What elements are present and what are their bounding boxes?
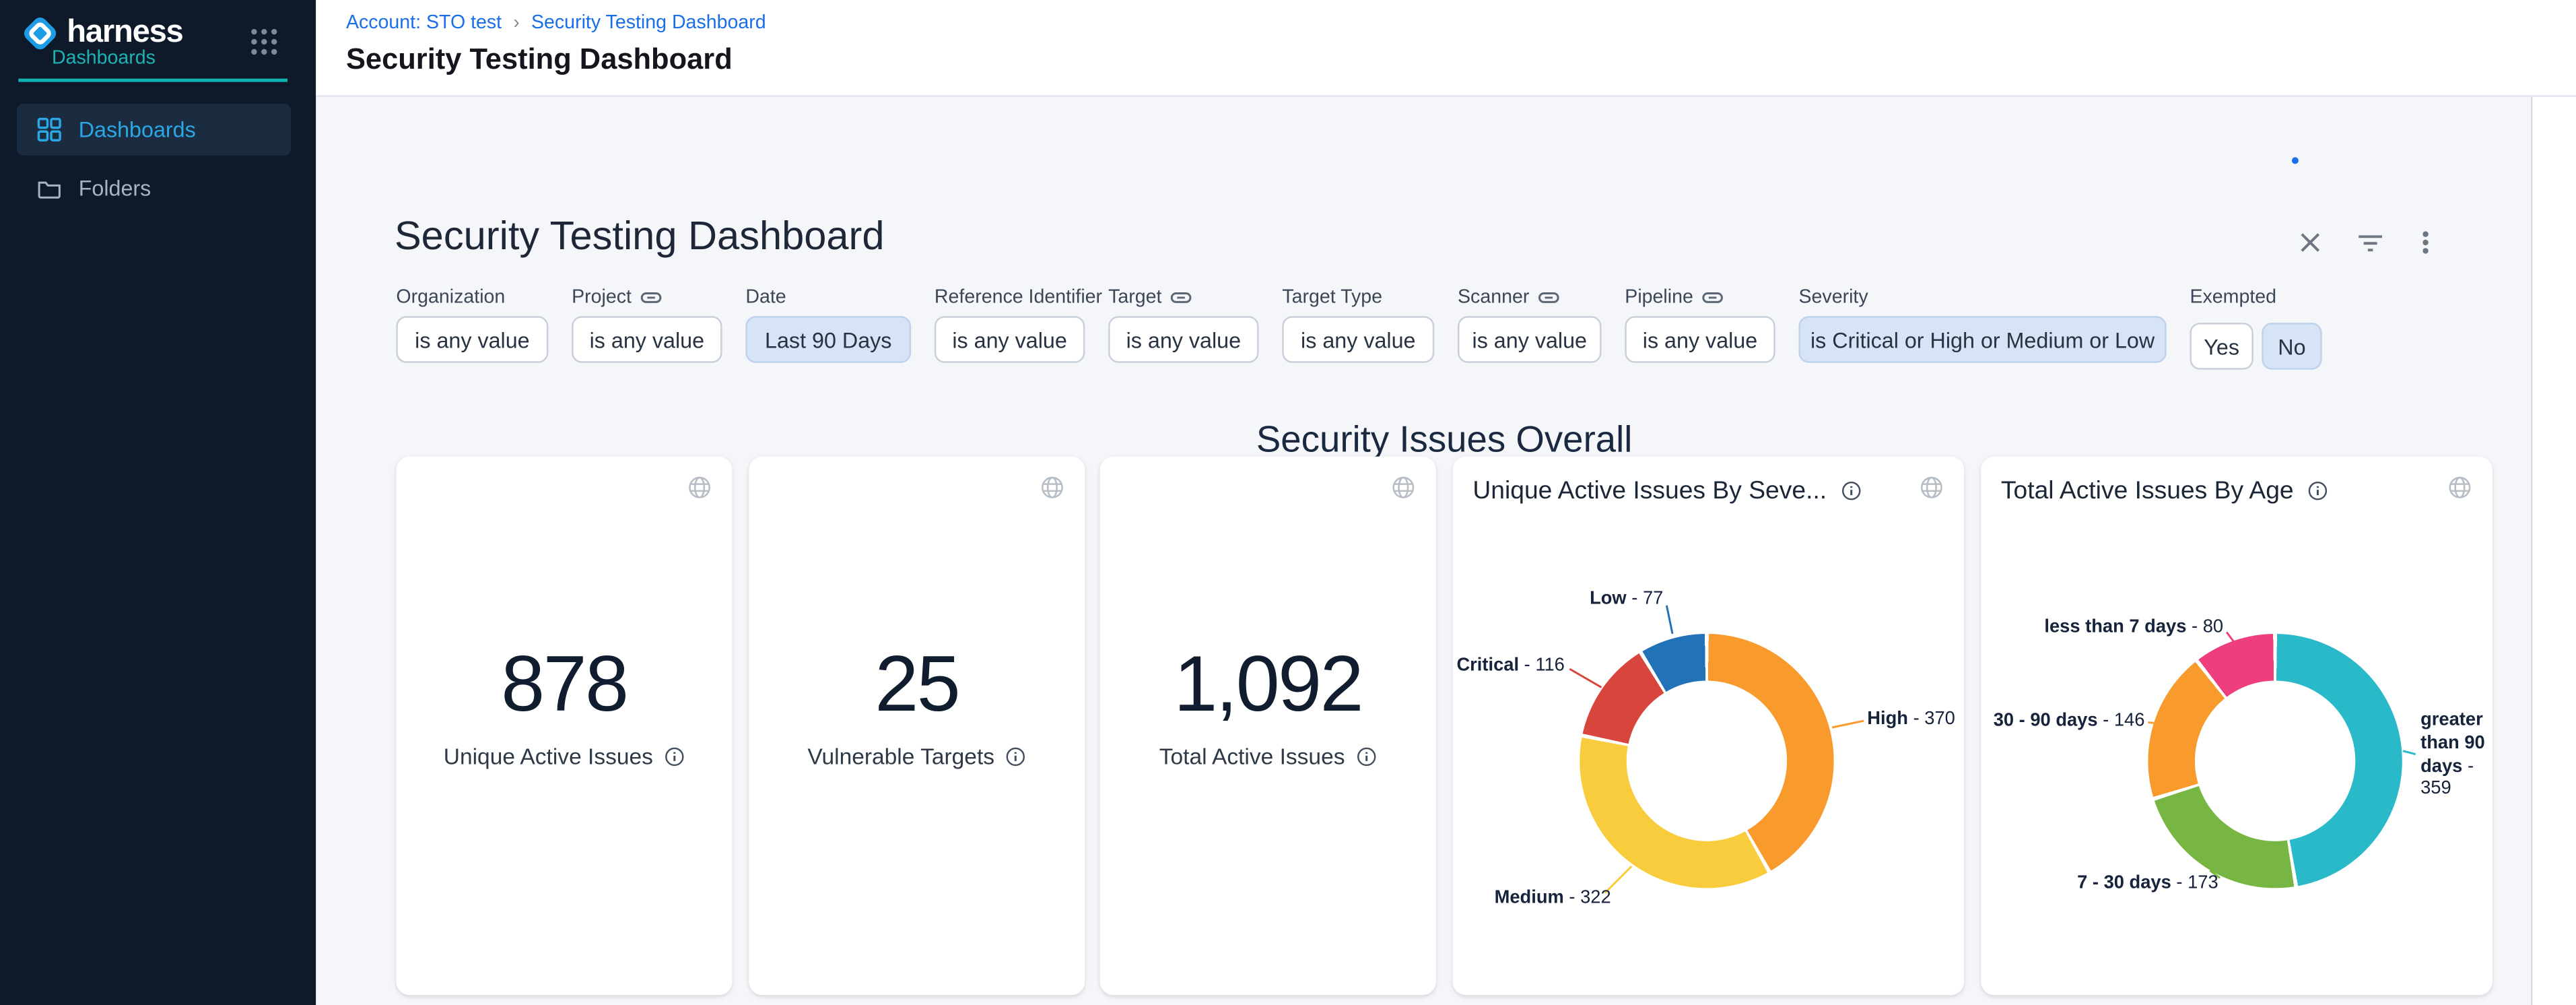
dashboards-icon	[37, 117, 62, 142]
globe-icon	[1040, 475, 1064, 500]
globe-icon	[687, 475, 712, 500]
link-icon	[1701, 288, 1723, 305]
filter-severity: Severity is Critical or High or Medium o…	[1798, 284, 2166, 370]
sidebar-item-dashboards[interactable]: Dashboards	[17, 104, 291, 156]
severity-donut-chart[interactable]	[1580, 634, 1833, 888]
filter-project-value[interactable]: is any value	[572, 316, 722, 363]
close-icon[interactable]	[2295, 228, 2326, 258]
stat-label: Vulnerable Targets	[807, 744, 994, 769]
stat-value: 1,092	[1100, 644, 1436, 723]
filter-label: Target	[1108, 287, 1161, 307]
breadcrumb-dashboard-link[interactable]: Security Testing Dashboard	[531, 13, 766, 34]
sidebar-item-folders[interactable]: Folders	[17, 162, 291, 214]
stat-value: 25	[749, 644, 1085, 723]
stat-label: Total Active Issues	[1159, 744, 1345, 769]
slice-label-medium: Medium - 322	[1495, 888, 1611, 908]
filter-pipeline: Pipeline is any value	[1625, 284, 1775, 370]
top-header: Account: STO test › Security Testing Das…	[316, 0, 2576, 97]
info-icon[interactable]	[1840, 480, 1862, 502]
brand-wordmark: harness	[67, 15, 182, 52]
filter-label: Reference Identifier	[935, 287, 1102, 307]
filter-bar: Organization is any value Project is any…	[396, 284, 2321, 370]
sidebar: harness Dashboards Dashboards	[0, 0, 316, 1005]
info-icon[interactable]	[1005, 746, 1026, 767]
info-icon[interactable]	[1355, 746, 1376, 767]
module-label: Dashboards	[52, 48, 156, 69]
filter-label: Project	[572, 287, 632, 307]
filter-target-type-value[interactable]: is any value	[1282, 316, 1434, 363]
filter-label: Scanner	[1458, 287, 1529, 307]
sidebar-accent-rule	[18, 79, 287, 82]
globe-icon	[1391, 475, 1416, 500]
filter-label: Pipeline	[1625, 287, 1693, 307]
link-icon	[640, 288, 661, 305]
kebab-menu-icon[interactable]	[2410, 228, 2441, 258]
card-unique-active-issues: 878 Unique Active Issues	[396, 457, 732, 995]
slice-label-high: High - 370	[1867, 709, 1955, 730]
filter-label: Date	[745, 287, 786, 307]
info-icon[interactable]	[663, 746, 685, 767]
link-icon	[1538, 288, 1559, 305]
info-icon[interactable]	[2307, 480, 2328, 502]
filter-icon[interactable]	[2355, 228, 2385, 258]
sidebar-nav: Dashboards Folders	[17, 104, 291, 221]
filter-date: Date Last 90 Days	[745, 284, 911, 370]
card-vulnerable-targets: 25 Vulnerable Targets	[749, 457, 1085, 995]
app-switcher-grid-icon[interactable]	[249, 27, 279, 57]
filter-project: Project is any value	[572, 284, 722, 370]
filter-organization-value[interactable]: is any value	[396, 316, 548, 363]
scroll-gutter[interactable]	[2531, 97, 2576, 1005]
filter-scanner: Scanner is any value	[1458, 284, 1602, 370]
card-total-active-issues: 1,092 Total Active Issues	[1100, 457, 1436, 995]
exempted-yes-button[interactable]: Yes	[2190, 323, 2253, 370]
filter-exempted: Exempted Yes No	[2190, 284, 2321, 370]
filter-date-value[interactable]: Last 90 Days	[745, 316, 911, 363]
page-title: Security Testing Dashboard	[346, 42, 733, 77]
filter-reference-identifier-value[interactable]: is any value	[935, 316, 1085, 363]
filter-organization: Organization is any value	[396, 284, 548, 370]
dashboard-panel: Security Testing Dashboard Organization …	[316, 97, 2531, 1005]
stat-value: 878	[396, 644, 732, 723]
slice-label-less-than-7-days: less than 7 days - 80	[2044, 617, 2223, 637]
filter-label: Exempted	[2190, 287, 2276, 307]
slice-label-7-30-days: 7 - 30 days - 173	[2077, 873, 2218, 893]
filter-label: Severity	[1798, 287, 1868, 307]
sidebar-item-label: Folders	[79, 176, 151, 201]
globe-icon	[2447, 475, 2472, 500]
filter-pipeline-value[interactable]: is any value	[1625, 316, 1775, 363]
section-title: Security Issues Overall	[396, 418, 2492, 462]
link-icon	[1170, 288, 1192, 305]
filter-label: Organization	[396, 287, 505, 307]
globe-icon	[1919, 475, 1944, 500]
folder-icon	[37, 176, 62, 201]
slice-label-30-90-days: 30 - 90 days - 146	[1994, 711, 2145, 731]
chevron-right-icon: ›	[513, 13, 519, 34]
dashboard-title: Security Testing Dashboard	[395, 214, 885, 261]
filter-target-type: Target Type is any value	[1282, 284, 1434, 370]
age-donut-chart[interactable]	[2148, 634, 2402, 888]
stat-label: Unique Active Issues	[444, 744, 653, 769]
chart-title: Total Active Issues By Age	[2001, 477, 2294, 505]
filter-label: Target Type	[1282, 287, 1382, 307]
filter-reference-identifier: Reference Identifier is any value	[935, 284, 1085, 370]
filter-target: Target is any value	[1108, 284, 1258, 370]
filter-scanner-value[interactable]: is any value	[1458, 316, 1602, 363]
filter-target-value[interactable]: is any value	[1108, 316, 1258, 363]
donut-hole	[1627, 680, 1787, 841]
breadcrumb-account-link[interactable]: Account: STO test	[346, 13, 502, 34]
slice-label-greater-than-90-days: greater than 90 days - 359	[2420, 710, 2501, 802]
card-unique-active-issues-by-severity: Unique Active Issues By Seve... Low - 77	[1453, 457, 1965, 995]
breadcrumb: Account: STO test › Security Testing Das…	[346, 13, 766, 34]
donut-hole	[2195, 680, 2355, 841]
filter-severity-value[interactable]: is Critical or High or Medium or Low	[1798, 316, 2166, 363]
sidebar-item-label: Dashboards	[79, 117, 196, 142]
cursor-dot	[2292, 157, 2299, 164]
exempted-no-button[interactable]: No	[2262, 323, 2321, 370]
slice-label-critical: Critical - 116	[1456, 655, 1564, 676]
app-window: harness Dashboards Dashboards	[0, 0, 2576, 1005]
slice-label-low: Low - 77	[1590, 589, 1663, 609]
chart-title: Unique Active Issues By Seve...	[1472, 477, 1827, 505]
card-total-active-issues-by-age: Total Active Issues By Age less than 7 d…	[1981, 457, 2493, 995]
